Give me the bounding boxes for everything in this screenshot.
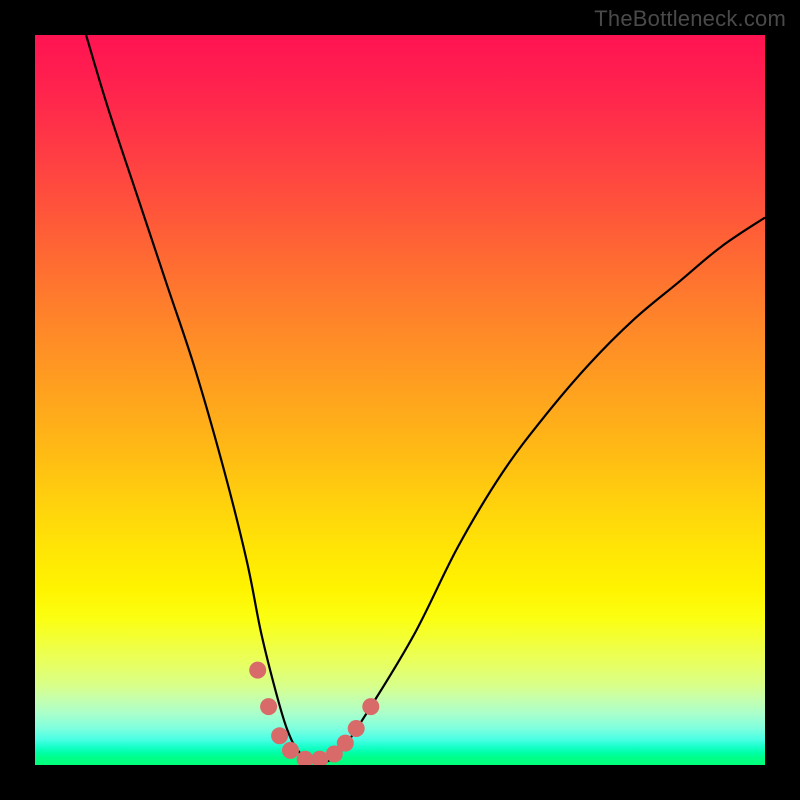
plot-area	[35, 35, 765, 765]
watermark-text: TheBottleneck.com	[594, 6, 786, 32]
chart-svg	[35, 35, 765, 765]
highlight-marker	[260, 698, 277, 715]
highlight-marker	[271, 727, 288, 744]
highlight-marker	[249, 662, 266, 679]
highlight-marker	[282, 742, 299, 759]
highlight-marker	[311, 751, 328, 765]
bottleneck-curve-line	[86, 35, 765, 763]
highlight-marker	[362, 698, 379, 715]
highlight-marker	[337, 735, 354, 752]
highlight-marker	[348, 720, 365, 737]
marker-group	[249, 662, 379, 765]
